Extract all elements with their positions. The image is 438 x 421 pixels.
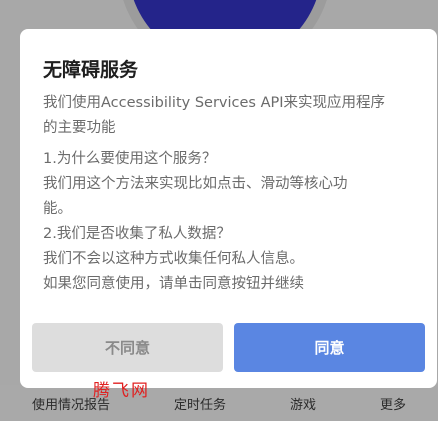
body-line: 我们用这个方法来实现比如点击、滑动等核心功 (43, 176, 348, 192)
body-line: 我们不会以这种方式收集任何私人信息。 (43, 251, 304, 267)
body-line: 能。 (43, 201, 72, 217)
body-line: 2.我们是否收集了私人数据？ (43, 226, 231, 242)
agree-button[interactable]: 同意 (234, 323, 425, 372)
bottom-nav: 使用情况报告 定时任务 游戏 更多 (0, 385, 438, 421)
disagree-button[interactable]: 不同意 (32, 323, 223, 372)
accessibility-dialog: 无障碍服务 我们使用Accessibility Services API来实现应… (20, 29, 437, 388)
dialog-intro: 我们使用Accessibility Services API来实现应用程序 的主… (43, 91, 423, 141)
nav-item-scheduled-tasks[interactable]: 定时任务 (174, 394, 226, 413)
intro-line: 的主要功能 (43, 120, 116, 136)
dialog-body: 我们使用Accessibility Services API来实现应用程序 的主… (43, 91, 423, 297)
watermark: 腾飞网 (93, 381, 150, 401)
body-line: 1.为什么要使用这个服务？ (43, 151, 217, 167)
nav-item-games[interactable]: 游戏 (290, 394, 316, 413)
nav-item-more[interactable]: 更多 (380, 394, 406, 413)
dialog-title: 无障碍服务 (43, 59, 139, 81)
intro-line: 我们使用Accessibility Services API来实现应用程序 (43, 95, 386, 111)
body-line: 如果您同意使用，请单击同意按钮并继续 (43, 276, 304, 292)
